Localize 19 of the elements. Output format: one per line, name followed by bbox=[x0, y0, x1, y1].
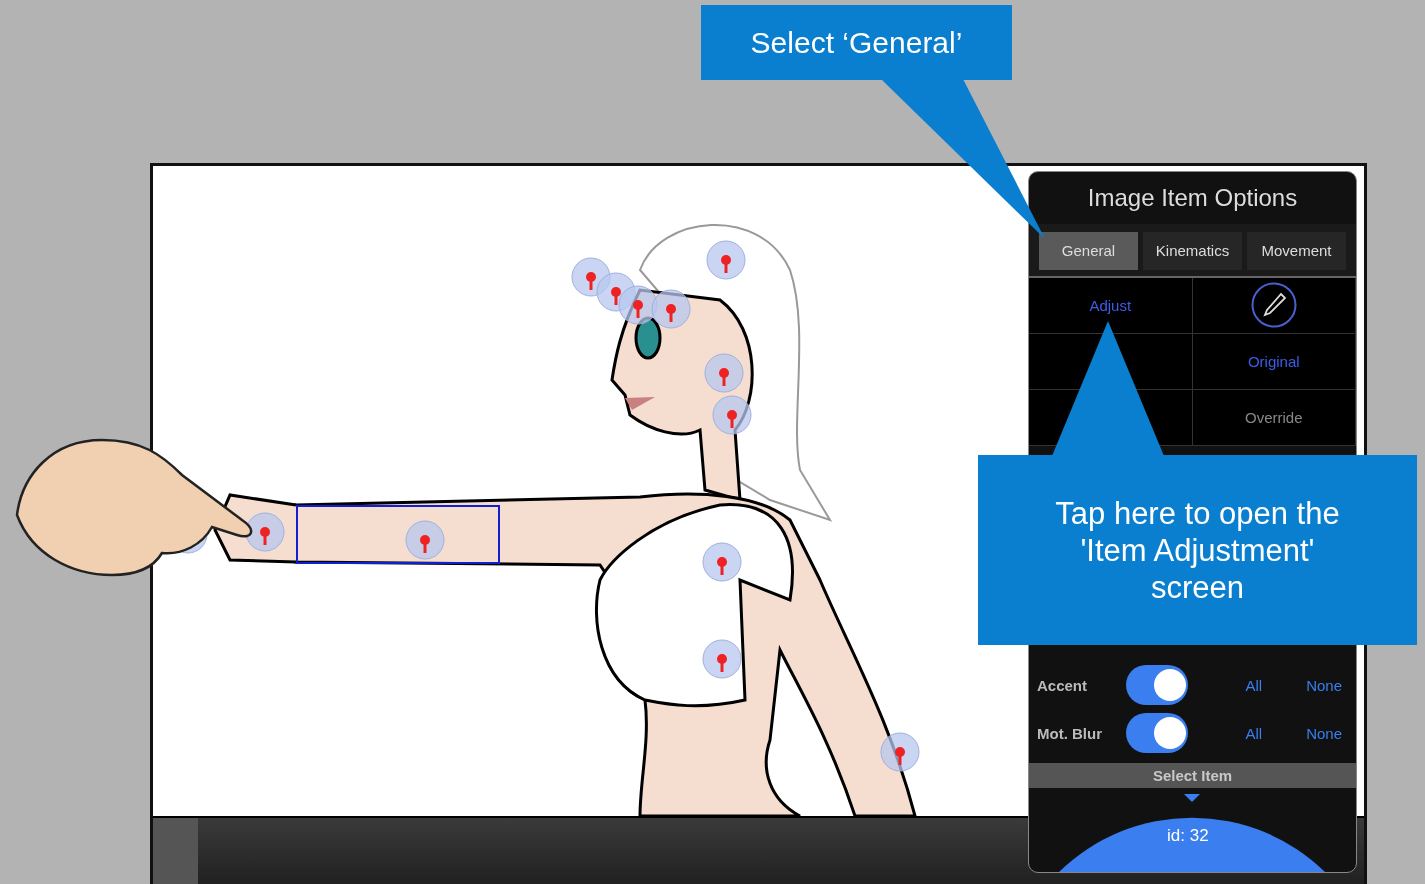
none-button[interactable]: None bbox=[1268, 723, 1348, 743]
callout: Select ‘General’ bbox=[701, 5, 1012, 80]
tab[interactable]: Kinematics bbox=[1143, 231, 1242, 270]
option-button[interactable]: Adjust bbox=[1083, 295, 1138, 315]
pencil-icon[interactable] bbox=[1250, 282, 1297, 329]
all-button[interactable]: All bbox=[1188, 723, 1269, 743]
tab[interactable]: Movement bbox=[1247, 231, 1346, 270]
option-button[interactable]: Override bbox=[1239, 407, 1309, 427]
toggle-label: Accent bbox=[1037, 676, 1089, 694]
none-button[interactable]: None bbox=[1268, 675, 1348, 695]
toggle-label: Mot. Blur bbox=[1037, 724, 1103, 742]
tab[interactable]: General bbox=[1039, 231, 1138, 270]
panel-title: Image Item Options bbox=[1086, 182, 1299, 213]
all-button[interactable]: All bbox=[1188, 675, 1269, 695]
option-button[interactable]: Original bbox=[1241, 351, 1306, 371]
section-header: Select Item bbox=[1029, 763, 1356, 788]
toggle-switch[interactable] bbox=[1126, 665, 1189, 706]
toggle-switch[interactable] bbox=[1126, 713, 1189, 754]
dial-value: id: 32 bbox=[1167, 826, 1209, 846]
